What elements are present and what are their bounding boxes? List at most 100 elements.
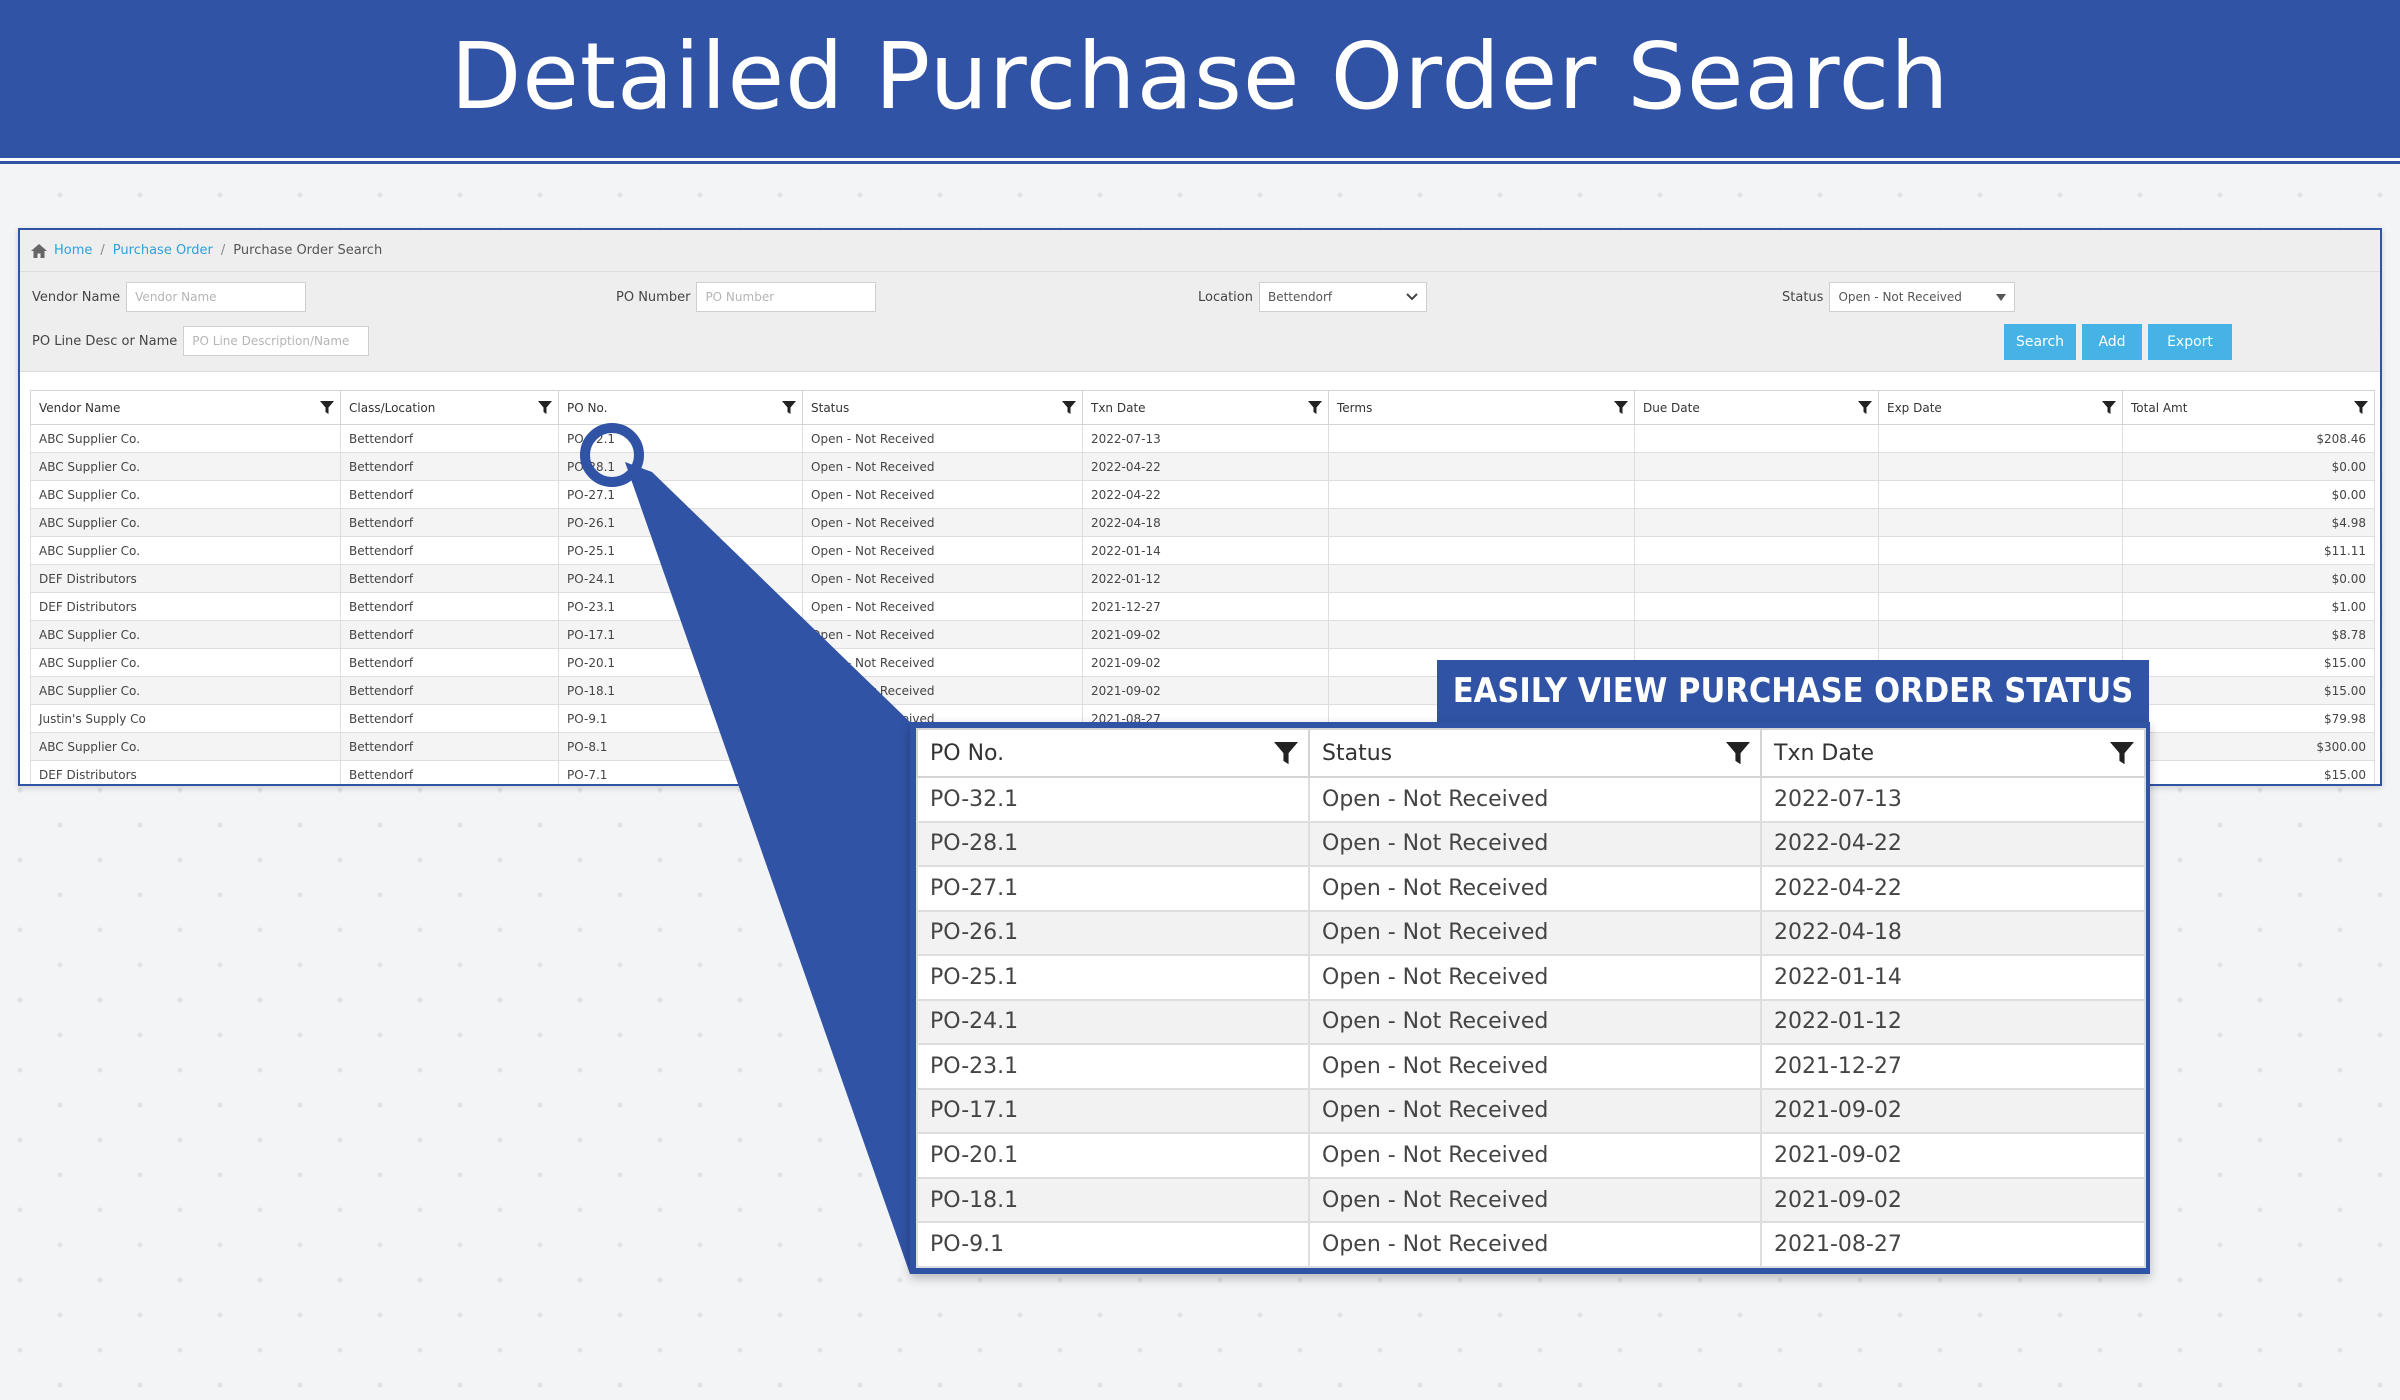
zoom-table-row[interactable]: PO-32.1 Open - Not Received 2022-07-13 (916, 776, 2146, 823)
table-header-row: Vendor Name Class/Location PO No. Status Txn… (30, 390, 2375, 425)
zoom-column-header[interactable]: Status (1308, 728, 1762, 778)
filter-icon[interactable] (1858, 401, 1872, 415)
table-cell: PO-27.1 (558, 480, 803, 509)
table-cell (1634, 452, 1879, 481)
zoom-table-row[interactable]: PO-26.1 Open - Not Received 2022-04-18 (916, 909, 2146, 957)
zoom-table-row[interactable]: PO-20.1 Open - Not Received 2021-09-02 (916, 1132, 2146, 1179)
zoom-column-header[interactable]: Txn Date (1760, 728, 2146, 778)
table-cell: PO-28.1 (558, 452, 803, 481)
callout-label: EASILY VIEW PURCHASE ORDER STATUS (1437, 660, 2149, 722)
table-cell: Justin's Supply Co (30, 704, 341, 733)
zoom-table-cell: 2021-09-02 (1760, 1087, 2146, 1135)
table-cell: Bettendorf (340, 424, 559, 453)
zoom-table-row[interactable]: PO-18.1 Open - Not Received 2021-09-02 (916, 1176, 2146, 1224)
column-header[interactable]: Exp Date (1878, 390, 2123, 425)
table-row[interactable]: ABC Supplier Co. Bettendorf PO-25.1 Open - … (30, 536, 2375, 565)
filter-icon[interactable] (782, 401, 796, 415)
zoom-table-cell: Open - Not Received (1308, 1221, 1762, 1268)
column-header[interactable]: Class/Location (340, 390, 559, 425)
table-row[interactable]: ABC Supplier Co. Bettendorf PO-26.1 Open - … (30, 508, 2375, 537)
column-header-label: Status (811, 400, 850, 415)
zoom-table-row[interactable]: PO-25.1 Open - Not Received 2022-01-14 (916, 954, 2146, 1001)
column-header[interactable]: Txn Date (1082, 390, 1329, 425)
location-select[interactable]: Bettendorf (1258, 282, 1427, 312)
zoom-table-row[interactable]: PO-23.1 Open - Not Received 2021-12-27 (916, 1043, 2146, 1090)
table-cell: Open - Not Received (802, 480, 1083, 509)
table-cell: 2022-04-18 (1082, 508, 1329, 537)
table-cell (1878, 536, 2123, 565)
zoom-column-header[interactable]: PO No. (916, 728, 1310, 778)
table-cell (1878, 452, 2123, 481)
search-button[interactable]: Search (2004, 324, 2076, 360)
table-cell: PO-18.1 (558, 676, 803, 705)
table-row[interactable]: ABC Supplier Co. Bettendorf PO-28.1 Open - … (30, 452, 2375, 481)
add-button[interactable]: Add (2082, 324, 2142, 360)
zoom-table-cell: PO-25.1 (916, 954, 1310, 1001)
filter-icon[interactable] (320, 401, 334, 415)
po-number-field: PO Number (616, 282, 877, 312)
po-line-input[interactable] (183, 326, 370, 356)
po-number-label: PO Number (616, 289, 691, 305)
zoom-table-cell: 2022-01-12 (1760, 998, 2146, 1046)
table-cell: DEF Distributors (30, 564, 341, 593)
location-field: Location Bettendorf (1198, 282, 1427, 312)
table-cell: PO-17.1 (558, 620, 803, 649)
zoom-table-row[interactable]: PO-17.1 Open - Not Received 2021-09-02 (916, 1087, 2146, 1135)
table-cell: Open - Not Received (802, 620, 1083, 649)
table-cell: $4.98 (2122, 508, 2375, 537)
table-cell: 2021-09-02 (1082, 676, 1329, 705)
vendor-name-input[interactable] (126, 282, 307, 312)
zoom-table-row[interactable]: PO-9.1 Open - Not Received 2021-08-27 (916, 1221, 2146, 1268)
filter-icon[interactable] (538, 401, 552, 415)
export-button[interactable]: Export (2148, 324, 2232, 360)
zoom-table-cell: PO-17.1 (916, 1087, 1310, 1135)
filter-icon[interactable] (1274, 742, 1298, 766)
column-header[interactable]: PO No. (558, 390, 803, 425)
table-cell: Open - Not Received (802, 424, 1083, 453)
table-cell: ABC Supplier Co. (30, 480, 341, 509)
filter-icon[interactable] (1062, 401, 1076, 415)
zoom-table-row[interactable]: PO-27.1 Open - Not Received 2022-04-22 (916, 865, 2146, 912)
column-header[interactable]: Terms (1328, 390, 1635, 425)
table-cell: ABC Supplier Co. (30, 732, 341, 761)
table-row[interactable]: ABC Supplier Co. Bettendorf PO-27.1 Open - … (30, 480, 2375, 509)
table-row[interactable]: ABC Supplier Co. Bettendorf PO-32.1 Open - … (30, 424, 2375, 453)
zoom-table-row[interactable]: PO-24.1 Open - Not Received 2022-01-12 (916, 998, 2146, 1046)
filter-icon[interactable] (2110, 742, 2134, 766)
table-cell: 2021-09-02 (1082, 648, 1329, 677)
table-cell (1634, 620, 1879, 649)
breadcrumb-home-link[interactable]: Home (54, 243, 92, 258)
table-cell: ABC Supplier Co. (30, 648, 341, 677)
filter-icon[interactable] (2354, 401, 2368, 415)
table-row[interactable]: DEF Distributors Bettendorf PO-24.1 Open - … (30, 564, 2375, 593)
po-number-input[interactable] (696, 282, 877, 312)
zoom-table-cell: Open - Not Received (1308, 954, 1762, 1001)
vendor-name-label: Vendor Name (32, 289, 121, 305)
breadcrumb-purchase-order-link[interactable]: Purchase Order (113, 243, 213, 258)
zoom-table-row[interactable]: PO-28.1 Open - Not Received 2022-04-22 (916, 820, 2146, 868)
status-select-value: Open - Not Received (1838, 290, 1962, 304)
status-field: Status Open - Not Received (1782, 282, 2016, 312)
column-header[interactable]: Due Date (1634, 390, 1879, 425)
filter-icon[interactable] (1726, 742, 1750, 766)
filter-icon[interactable] (2102, 401, 2116, 415)
column-header[interactable]: Status (802, 390, 1083, 425)
table-row[interactable]: ABC Supplier Co. Bettendorf PO-17.1 Open - … (30, 620, 2375, 649)
column-header[interactable]: Vendor Name (30, 390, 341, 425)
table-cell: PO-25.1 (558, 536, 803, 565)
table-cell (1328, 452, 1635, 481)
table-cell (1634, 424, 1879, 453)
breadcrumb-current: Purchase Order Search (233, 243, 383, 258)
status-select[interactable]: Open - Not Received (1829, 282, 2016, 312)
zoom-table-cell: Open - Not Received (1308, 1087, 1762, 1135)
table-row[interactable]: DEF Distributors Bettendorf PO-23.1 Open - … (30, 592, 2375, 621)
table-cell: $79.98 (2122, 704, 2375, 733)
table-cell (1878, 480, 2123, 509)
filter-icon[interactable] (1308, 401, 1322, 415)
column-header[interactable]: Total Amt (2122, 390, 2375, 425)
home-icon[interactable] (30, 243, 48, 259)
table-cell: $15.00 (2122, 760, 2375, 784)
zoom-header-row: PO No. Status Txn Date (916, 728, 2146, 778)
table-cell: Bettendorf (340, 480, 559, 509)
filter-icon[interactable] (1614, 401, 1628, 415)
